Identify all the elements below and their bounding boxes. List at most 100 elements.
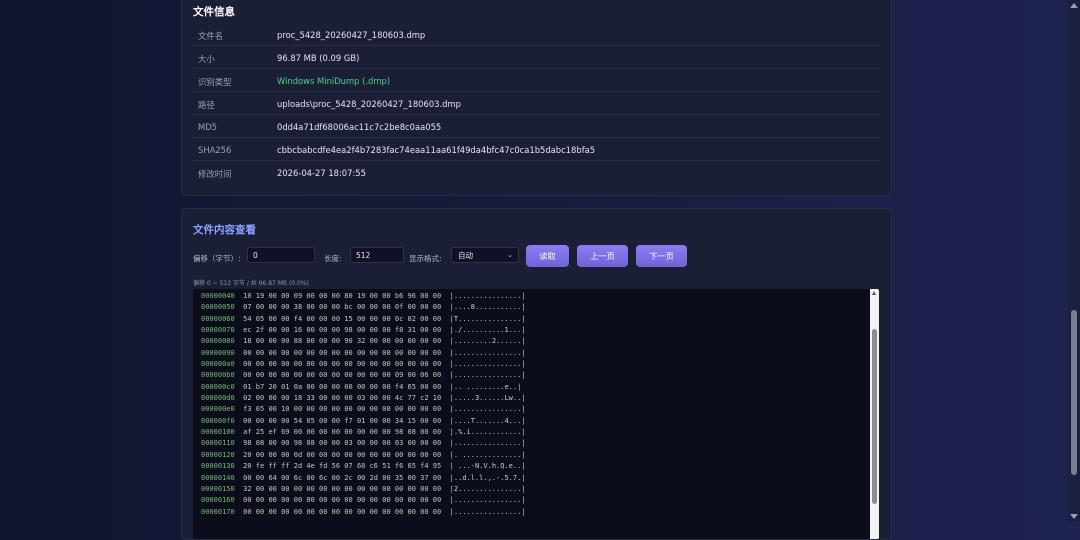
hex-ascii: |....T.......4...| (449, 416, 526, 425)
hex-ascii: |.. .........e..| (449, 382, 522, 391)
length-label: 长度: (324, 254, 342, 263)
scroll-up-icon[interactable] (872, 291, 876, 295)
hex-bytes: 54 05 00 00 f4 00 00 00 15 00 00 00 0c 0… (243, 314, 442, 323)
hex-bytes: f3 05 00 10 00 00 00 00 00 00 00 00 00 0… (243, 405, 442, 414)
viewer-controls: 偏移（字节）: 0 长度: 512 显示格式: 自动 ⌄ 读取 上一页 下一页 (193, 245, 883, 269)
hex-offset: 000000e0 (201, 405, 235, 414)
hex-bytes: 18 00 00 00 88 00 00 00 90 32 00 00 00 0… (243, 337, 442, 346)
hex-bytes: af 25 ef 69 00 00 00 00 00 00 00 00 98 0… (243, 428, 442, 437)
hex-offset: 00000160 (201, 496, 235, 505)
info-key: 文件名 (198, 31, 224, 41)
file-info-card: 文件信息 文件名 proc_5428_20260427_180603.dmp 大… (181, 0, 892, 196)
hex-bytes: 02 00 00 00 18 33 00 00 00 03 00 00 4c 7… (243, 394, 442, 403)
info-value: uploads\proc_5428_20260427_180603.dmp (277, 99, 461, 109)
hex-range-caption: 偏移 0 ~ 512 字节 / 共 96.87 MB (0.0%) (193, 280, 309, 287)
hex-line: 000000e0 f3 05 00 10 00 00 00 00 00 00 0… (201, 404, 526, 415)
hex-bytes: 00 00 00 00 00 00 00 00 00 00 00 00 00 0… (243, 496, 442, 505)
hex-ascii: |....8...........| (449, 303, 526, 312)
length-input[interactable]: 512 (350, 247, 404, 263)
file-viewer-card: 文件内容查看 偏移（字节）: 0 长度: 512 显示格式: 自动 ⌄ 读取 上… (181, 208, 892, 540)
info-value: proc_5428_20260427_180603.dmp (277, 30, 426, 40)
hex-line: 00000150 32 00 00 00 00 00 00 00 00 00 0… (201, 484, 526, 495)
hex-line: 000000d0 02 00 00 00 18 33 00 00 00 03 0… (201, 393, 526, 404)
hex-line: 00000060 54 05 00 00 f4 00 00 00 15 00 0… (201, 314, 526, 325)
info-value: cbbcbabcdfe4ea2f4b7283fac74eaa11aa61f49d… (277, 145, 596, 155)
hex-view[interactable]: 00000040 10 19 00 00 09 00 00 00 80 19 0… (193, 289, 879, 539)
next-page-button[interactable]: 下一页 (636, 245, 687, 267)
hex-ascii: |................| (449, 496, 526, 505)
hex-line: 00000130 20 fe ff ff 2d 4e fd 56 07 68 c… (201, 461, 526, 472)
info-value-type: Windows MiniDump (.dmp) (277, 76, 391, 86)
hex-offset: 00000140 (201, 473, 235, 482)
hex-line: 00000040 10 19 00 00 09 00 00 00 80 19 0… (201, 291, 526, 302)
hex-line: 00000120 20 00 00 00 0d 00 00 00 00 00 0… (201, 450, 526, 461)
info-row-modified: 修改时间 2026-04-27 18:07:55 (193, 161, 881, 183)
hex-bytes: 00 00 00 00 00 00 00 00 00 00 00 00 00 0… (243, 348, 442, 357)
hex-ascii: |................| (449, 371, 526, 380)
hex-line: 00000140 00 00 64 00 6c 00 6c 00 2c 00 2… (201, 473, 526, 484)
page-scrollbar[interactable] (1068, 0, 1080, 522)
hex-offset: 00000150 (201, 484, 235, 493)
hex-bytes: 10 19 00 00 09 00 00 00 80 19 00 00 b6 9… (243, 292, 442, 300)
hex-ascii: |./..........1...| (449, 326, 526, 335)
info-key: 修改时间 (198, 169, 232, 179)
info-key: 识别类型 (198, 77, 232, 87)
hex-bytes: 00 00 00 00 00 00 00 00 00 00 00 00 09 0… (243, 371, 442, 380)
info-key: SHA256 (198, 145, 232, 155)
info-row-type: 识别类型 Windows MiniDump (.dmp) (193, 69, 881, 92)
hex-line: 00000160 00 00 00 00 00 00 00 00 00 00 0… (201, 495, 526, 506)
offset-input[interactable]: 0 (247, 247, 315, 263)
hex-bytes: 32 00 00 00 00 00 00 00 00 00 00 00 00 0… (243, 484, 442, 493)
hex-bytes: 00 00 00 00 00 00 00 00 00 00 00 00 00 0… (243, 507, 442, 516)
hex-offset: 00000080 (201, 337, 235, 346)
hex-bytes: 98 08 00 00 98 08 00 00 03 00 00 00 03 0… (243, 439, 442, 448)
hex-line: 000000b0 00 00 00 00 00 00 00 00 00 00 0… (201, 370, 526, 381)
info-value: 96.87 MB (0.09 GB) (277, 53, 360, 63)
file-info-title: 文件信息 (193, 6, 235, 18)
hex-scrollbar-thumb[interactable] (872, 329, 877, 504)
hex-ascii: |.....3......Lw..| (449, 394, 526, 403)
hex-line: 00000170 00 00 00 00 00 00 00 00 00 00 0… (201, 507, 526, 518)
hex-offset: 00000070 (201, 326, 235, 335)
offset-label: 偏移（字节）: (193, 254, 241, 263)
hex-offset: 00000100 (201, 428, 235, 437)
format-select[interactable]: 自动 ⌄ (451, 247, 519, 263)
info-value: 0dd4a71df68006ac11c7c2be8c0aa055 (277, 122, 442, 132)
hex-line: 000000f0 00 00 00 00 54 05 00 00 f7 01 0… (201, 416, 526, 427)
hex-ascii: |2...............| (449, 484, 526, 493)
info-key: MD5 (198, 122, 218, 132)
hex-bytes: 20 fe ff ff 2d 4e fd 56 07 68 c6 51 f6 6… (243, 462, 442, 471)
hex-bytes: 00 00 00 00 54 05 00 00 f7 01 00 00 34 1… (243, 416, 442, 425)
scroll-up-icon[interactable] (1070, 3, 1078, 8)
hex-ascii: |.........2......| (449, 337, 526, 346)
prev-page-button[interactable]: 上一页 (577, 245, 628, 267)
hex-line: 00000050 07 00 00 00 38 00 00 00 bc 00 0… (201, 302, 526, 313)
hex-line: 00000070 ec 2f 00 00 16 00 00 00 98 00 0… (201, 325, 526, 336)
hex-lines: 00000040 10 19 00 00 09 00 00 00 80 19 0… (201, 291, 526, 518)
info-value: 2026-04-27 18:07:55 (277, 168, 366, 178)
info-key: 大小 (198, 54, 215, 64)
page-scrollbar-thumb[interactable] (1071, 310, 1077, 475)
hex-ascii: |................| (449, 439, 526, 448)
info-row-filename: 文件名 proc_5428_20260427_180603.dmp (193, 23, 881, 46)
read-button[interactable]: 读取 (526, 245, 569, 267)
info-row-size: 大小 96.87 MB (0.09 GB) (193, 46, 881, 69)
hex-offset: 00000090 (201, 348, 235, 357)
hex-offset: 000000d0 (201, 394, 235, 403)
hex-offset: 00000170 (201, 507, 235, 516)
hex-ascii: |................| (449, 405, 526, 414)
scroll-down-icon[interactable] (1070, 514, 1078, 519)
hex-ascii: | ...-N.V.h.Q.e..| (449, 462, 526, 471)
format-label: 显示格式: (409, 254, 442, 263)
hex-scrollbar[interactable] (870, 289, 879, 539)
hex-line: 00000090 00 00 00 00 00 00 00 00 00 00 0… (201, 348, 526, 359)
hex-line: 00000110 98 08 00 00 98 08 00 00 03 00 0… (201, 438, 526, 449)
hex-offset: 00000120 (201, 450, 235, 459)
hex-offset: 000000b0 (201, 371, 235, 380)
file-info-table: 文件名 proc_5428_20260427_180603.dmp 大小 96.… (193, 23, 881, 183)
hex-ascii: |................| (449, 292, 526, 300)
hex-ascii: |................| (449, 348, 526, 357)
info-key: 路径 (198, 100, 215, 110)
info-row-path: 路径 uploads\proc_5428_20260427_180603.dmp (193, 92, 881, 115)
hex-line: 000000c0 01 b7 20 01 0a 00 00 00 00 00 0… (201, 382, 526, 393)
